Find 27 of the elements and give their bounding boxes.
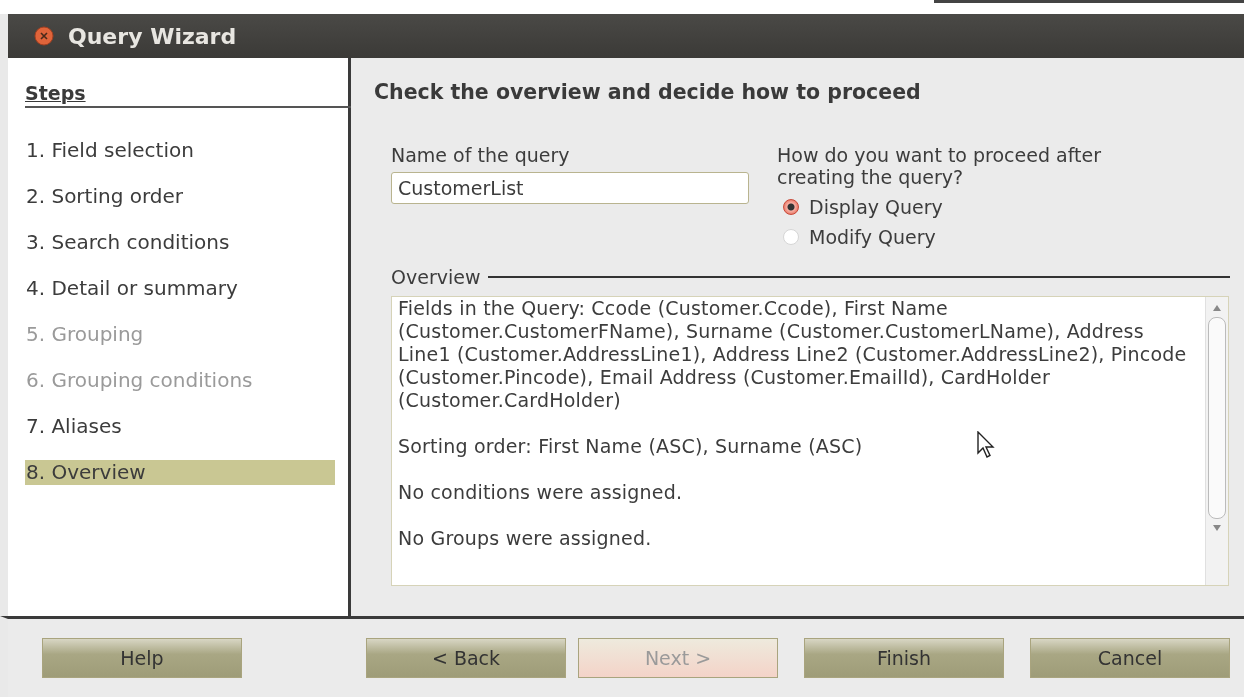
overview-paragraph: No Groups were assigned. (398, 527, 652, 550)
field-label: Name of the query (391, 144, 571, 166)
step-item[interactable]: 1. Field selection (25, 138, 335, 163)
step-item[interactable]: 7. Aliases (25, 414, 335, 439)
page-title: Check the overview and decide how to proceed (374, 80, 922, 104)
query-name-field[interactable]: CustomerList (391, 172, 749, 204)
question-label: How do you want to proceed after creating the query? (777, 144, 1102, 188)
dialog-button[interactable]: Finish (804, 638, 1004, 678)
mouse-pointer-icon (977, 431, 995, 459)
overview-paragraph: Sorting order: First Name (ASC), Surname (ASC) (398, 435, 863, 458)
group-label: Overview (391, 266, 481, 288)
step-item[interactable]: 4. Detail or summary (25, 276, 335, 301)
step-item[interactable]: 8. Overview (25, 460, 335, 485)
overview-paragraph: Fields in the Query: Ccode (Customer.Ccode), First Name (Customer.CustomerFName), Surname (Customer.CustomerLName), Address Line1 (Customer.AddressLine1), Address Line2 (Customer.AddressLine2), Pincode (Customer.Pincode), Email Address (Customer.EmailId), CardHolder (Customer.CardHolder) (398, 297, 1188, 412)
scroll-bar[interactable] (1205, 297, 1228, 585)
close-icon[interactable] (34, 26, 54, 46)
dialog-button[interactable]: < Back (366, 638, 566, 678)
radio-button[interactable] (783, 199, 799, 215)
step-item[interactable]: 2. Sorting order (25, 184, 335, 209)
step-item[interactable]: 3. Search conditions (25, 230, 335, 255)
overview-text-area[interactable] (391, 296, 1229, 586)
dialog-button[interactable]: Help (42, 638, 242, 678)
dialog-button[interactable]: Cancel (1030, 638, 1230, 678)
radio-option[interactable]: Display Query (783, 192, 1147, 222)
radio-option[interactable]: Modify Query (783, 222, 1147, 252)
overview-paragraph: No conditions were assigned. (398, 481, 683, 504)
window-title: Query Wizard (68, 23, 237, 49)
